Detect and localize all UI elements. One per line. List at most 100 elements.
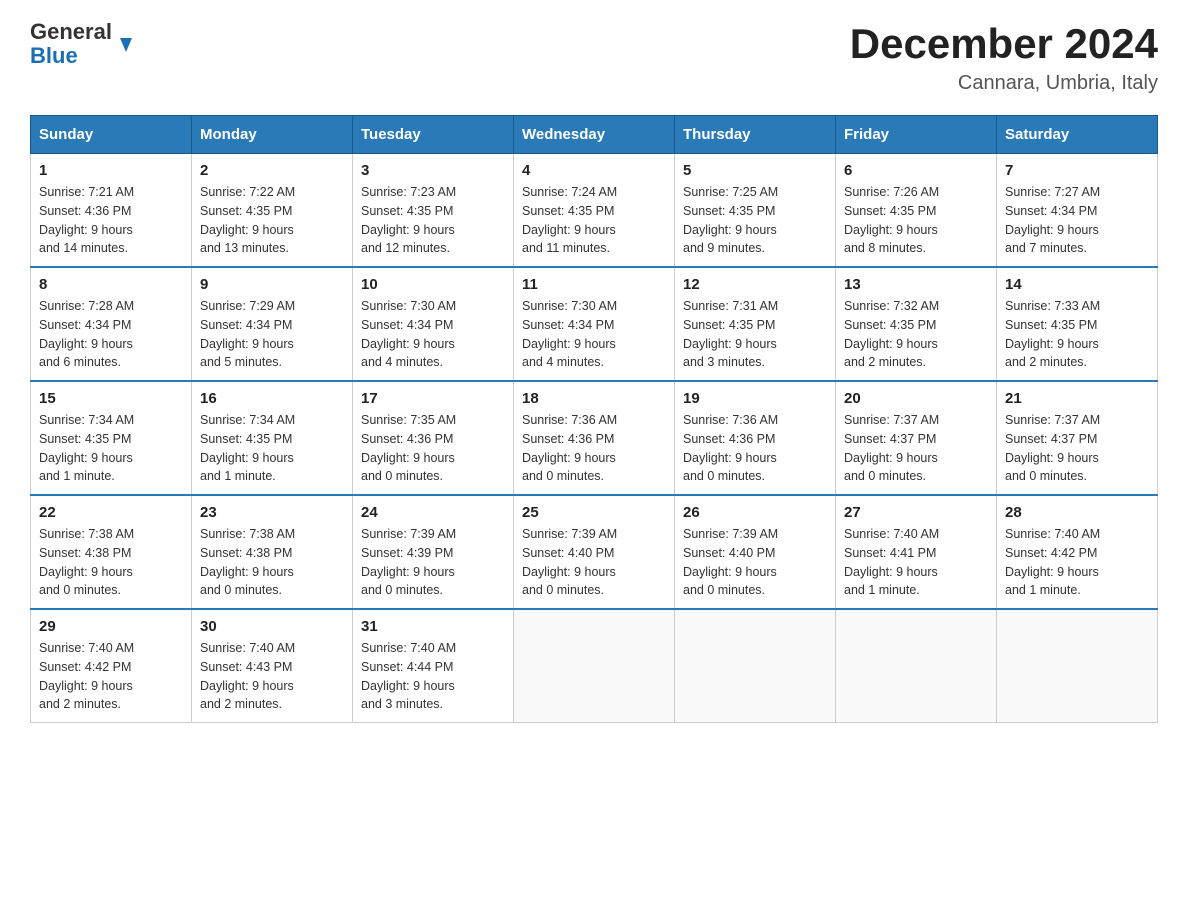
table-row: 27 Sunrise: 7:40 AMSunset: 4:41 PMDaylig…	[836, 495, 997, 609]
day-info: Sunrise: 7:36 AMSunset: 4:36 PMDaylight:…	[683, 411, 827, 486]
table-row: 12 Sunrise: 7:31 AMSunset: 4:35 PMDaylig…	[675, 267, 836, 381]
table-row: 15 Sunrise: 7:34 AMSunset: 4:35 PMDaylig…	[31, 381, 192, 495]
day-info: Sunrise: 7:29 AMSunset: 4:34 PMDaylight:…	[200, 297, 344, 372]
day-number: 27	[844, 504, 988, 521]
day-info: Sunrise: 7:39 AMSunset: 4:40 PMDaylight:…	[683, 525, 827, 600]
week-row-2: 8 Sunrise: 7:28 AMSunset: 4:34 PMDayligh…	[31, 267, 1158, 381]
header-monday: Monday	[192, 116, 353, 154]
day-info: Sunrise: 7:32 AMSunset: 4:35 PMDaylight:…	[844, 297, 988, 372]
table-row	[514, 609, 675, 723]
day-info: Sunrise: 7:34 AMSunset: 4:35 PMDaylight:…	[39, 411, 183, 486]
day-info: Sunrise: 7:25 AMSunset: 4:35 PMDaylight:…	[683, 183, 827, 258]
day-number: 26	[683, 504, 827, 521]
day-info: Sunrise: 7:40 AMSunset: 4:42 PMDaylight:…	[39, 639, 183, 714]
table-row: 17 Sunrise: 7:35 AMSunset: 4:36 PMDaylig…	[353, 381, 514, 495]
logo: General Blue	[30, 20, 136, 68]
table-row: 21 Sunrise: 7:37 AMSunset: 4:37 PMDaylig…	[997, 381, 1158, 495]
day-number: 6	[844, 162, 988, 179]
day-number: 19	[683, 390, 827, 407]
day-number: 2	[200, 162, 344, 179]
page-header: General Blue December 2024 Cannara, Umbr…	[30, 20, 1158, 95]
table-row: 6 Sunrise: 7:26 AMSunset: 4:35 PMDayligh…	[836, 154, 997, 268]
table-row	[997, 609, 1158, 723]
day-info: Sunrise: 7:39 AMSunset: 4:39 PMDaylight:…	[361, 525, 505, 600]
table-row	[675, 609, 836, 723]
table-row: 3 Sunrise: 7:23 AMSunset: 4:35 PMDayligh…	[353, 154, 514, 268]
day-info: Sunrise: 7:33 AMSunset: 4:35 PMDaylight:…	[1005, 297, 1149, 372]
week-row-5: 29 Sunrise: 7:40 AMSunset: 4:42 PMDaylig…	[31, 609, 1158, 723]
table-row: 11 Sunrise: 7:30 AMSunset: 4:34 PMDaylig…	[514, 267, 675, 381]
day-number: 21	[1005, 390, 1149, 407]
table-row: 25 Sunrise: 7:39 AMSunset: 4:40 PMDaylig…	[514, 495, 675, 609]
day-number: 7	[1005, 162, 1149, 179]
day-info: Sunrise: 7:36 AMSunset: 4:36 PMDaylight:…	[522, 411, 666, 486]
day-info: Sunrise: 7:23 AMSunset: 4:35 PMDaylight:…	[361, 183, 505, 258]
day-info: Sunrise: 7:21 AMSunset: 4:36 PMDaylight:…	[39, 183, 183, 258]
day-info: Sunrise: 7:27 AMSunset: 4:34 PMDaylight:…	[1005, 183, 1149, 258]
day-info: Sunrise: 7:30 AMSunset: 4:34 PMDaylight:…	[361, 297, 505, 372]
table-row: 7 Sunrise: 7:27 AMSunset: 4:34 PMDayligh…	[997, 154, 1158, 268]
header-row: Sunday Monday Tuesday Wednesday Thursday…	[31, 116, 1158, 154]
day-number: 25	[522, 504, 666, 521]
calendar-table: Sunday Monday Tuesday Wednesday Thursday…	[30, 115, 1158, 723]
day-info: Sunrise: 7:40 AMSunset: 4:41 PMDaylight:…	[844, 525, 988, 600]
day-number: 11	[522, 276, 666, 293]
week-row-3: 15 Sunrise: 7:34 AMSunset: 4:35 PMDaylig…	[31, 381, 1158, 495]
logo-icon	[114, 34, 136, 56]
day-number: 9	[200, 276, 344, 293]
logo-blue: Blue	[30, 44, 112, 68]
day-info: Sunrise: 7:38 AMSunset: 4:38 PMDaylight:…	[200, 525, 344, 600]
calendar-header: Sunday Monday Tuesday Wednesday Thursday…	[31, 116, 1158, 154]
header-tuesday: Tuesday	[353, 116, 514, 154]
day-number: 10	[361, 276, 505, 293]
day-number: 20	[844, 390, 988, 407]
day-info: Sunrise: 7:40 AMSunset: 4:43 PMDaylight:…	[200, 639, 344, 714]
day-number: 24	[361, 504, 505, 521]
table-row: 10 Sunrise: 7:30 AMSunset: 4:34 PMDaylig…	[353, 267, 514, 381]
table-row: 16 Sunrise: 7:34 AMSunset: 4:35 PMDaylig…	[192, 381, 353, 495]
table-row: 28 Sunrise: 7:40 AMSunset: 4:42 PMDaylig…	[997, 495, 1158, 609]
day-info: Sunrise: 7:39 AMSunset: 4:40 PMDaylight:…	[522, 525, 666, 600]
table-row: 1 Sunrise: 7:21 AMSunset: 4:36 PMDayligh…	[31, 154, 192, 268]
day-info: Sunrise: 7:35 AMSunset: 4:36 PMDaylight:…	[361, 411, 505, 486]
table-row: 4 Sunrise: 7:24 AMSunset: 4:35 PMDayligh…	[514, 154, 675, 268]
calendar-body: 1 Sunrise: 7:21 AMSunset: 4:36 PMDayligh…	[31, 154, 1158, 723]
day-number: 8	[39, 276, 183, 293]
header-wednesday: Wednesday	[514, 116, 675, 154]
day-info: Sunrise: 7:30 AMSunset: 4:34 PMDaylight:…	[522, 297, 666, 372]
title-section: December 2024 Cannara, Umbria, Italy	[850, 20, 1158, 95]
day-info: Sunrise: 7:40 AMSunset: 4:44 PMDaylight:…	[361, 639, 505, 714]
table-row: 23 Sunrise: 7:38 AMSunset: 4:38 PMDaylig…	[192, 495, 353, 609]
day-info: Sunrise: 7:37 AMSunset: 4:37 PMDaylight:…	[1005, 411, 1149, 486]
day-info: Sunrise: 7:28 AMSunset: 4:34 PMDaylight:…	[39, 297, 183, 372]
table-row: 22 Sunrise: 7:38 AMSunset: 4:38 PMDaylig…	[31, 495, 192, 609]
table-row: 19 Sunrise: 7:36 AMSunset: 4:36 PMDaylig…	[675, 381, 836, 495]
day-info: Sunrise: 7:38 AMSunset: 4:38 PMDaylight:…	[39, 525, 183, 600]
day-number: 12	[683, 276, 827, 293]
table-row: 2 Sunrise: 7:22 AMSunset: 4:35 PMDayligh…	[192, 154, 353, 268]
table-row: 18 Sunrise: 7:36 AMSunset: 4:36 PMDaylig…	[514, 381, 675, 495]
table-row: 13 Sunrise: 7:32 AMSunset: 4:35 PMDaylig…	[836, 267, 997, 381]
day-number: 29	[39, 618, 183, 635]
table-row: 14 Sunrise: 7:33 AMSunset: 4:35 PMDaylig…	[997, 267, 1158, 381]
day-info: Sunrise: 7:24 AMSunset: 4:35 PMDaylight:…	[522, 183, 666, 258]
day-number: 14	[1005, 276, 1149, 293]
day-number: 15	[39, 390, 183, 407]
day-number: 18	[522, 390, 666, 407]
table-row: 9 Sunrise: 7:29 AMSunset: 4:34 PMDayligh…	[192, 267, 353, 381]
day-info: Sunrise: 7:26 AMSunset: 4:35 PMDaylight:…	[844, 183, 988, 258]
week-row-1: 1 Sunrise: 7:21 AMSunset: 4:36 PMDayligh…	[31, 154, 1158, 268]
header-thursday: Thursday	[675, 116, 836, 154]
day-number: 23	[200, 504, 344, 521]
day-number: 28	[1005, 504, 1149, 521]
header-saturday: Saturday	[997, 116, 1158, 154]
day-info: Sunrise: 7:31 AMSunset: 4:35 PMDaylight:…	[683, 297, 827, 372]
day-number: 17	[361, 390, 505, 407]
month-title: December 2024	[850, 20, 1158, 68]
day-number: 5	[683, 162, 827, 179]
day-info: Sunrise: 7:37 AMSunset: 4:37 PMDaylight:…	[844, 411, 988, 486]
table-row: 24 Sunrise: 7:39 AMSunset: 4:39 PMDaylig…	[353, 495, 514, 609]
day-number: 13	[844, 276, 988, 293]
location: Cannara, Umbria, Italy	[850, 72, 1158, 95]
day-info: Sunrise: 7:34 AMSunset: 4:35 PMDaylight:…	[200, 411, 344, 486]
